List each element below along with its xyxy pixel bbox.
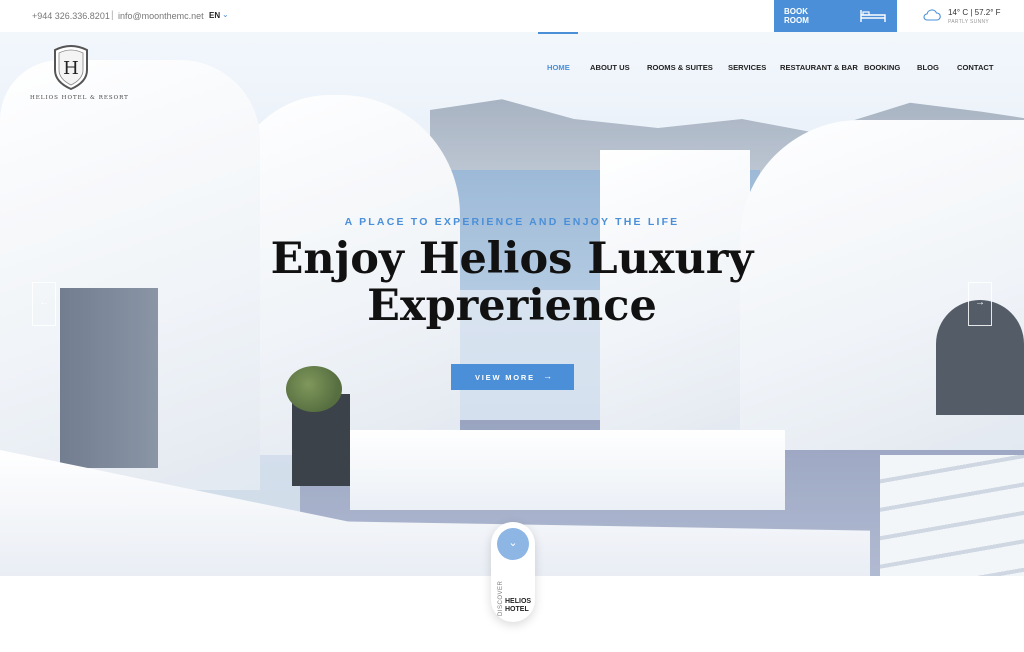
logo-letter: H (63, 58, 79, 79)
nav-item-rooms-suites[interactable]: ROOMS & SUITES (647, 63, 713, 72)
book-room-button[interactable]: BOOK ROOM (774, 0, 897, 32)
discover-hotel-name: HELIOS HOTEL (505, 598, 532, 613)
hero-headline: Enjoy Helios Luxury Exprerience (270, 234, 754, 331)
bed-icon (860, 10, 886, 22)
slider-next-button[interactable]: → (968, 282, 992, 326)
arrow-right-icon: → (543, 371, 552, 381)
top-bar: +944 326.336.8201 | info@moonthemc.net E… (0, 0, 1024, 32)
scroll-down-circle: ⌄ (497, 528, 529, 560)
nav-item-blog[interactable]: BLOG (917, 63, 939, 72)
discover-label: DISCOVER (498, 580, 504, 616)
nav-item-services[interactable]: SERVICES (728, 63, 766, 72)
nav-item-contact[interactable]: CONTACT (957, 63, 994, 72)
nav-item-about-us[interactable]: ABOUT US (590, 63, 630, 72)
nav-item-home[interactable]: HOME (547, 63, 570, 72)
logo-text: HELIOS HOTEL & RESORT (30, 95, 129, 101)
site-logo[interactable]: H HELIOS HOTEL & RESORT (30, 44, 129, 106)
book-room-label: BOOK ROOM (784, 7, 809, 25)
nav-item-booking[interactable]: BOOKING (864, 63, 900, 72)
email-address[interactable]: info@moonthemc.net (118, 11, 204, 21)
arrow-left-icon: ← (39, 297, 49, 308)
logo-shield-icon: H (54, 45, 88, 90)
temperature: 14° C | 57.2° F (948, 8, 1001, 17)
arrow-right-icon: → (975, 297, 985, 308)
slider-prev-button[interactable]: ← (32, 282, 56, 326)
separator: | (111, 10, 114, 21)
view-more-label: VIEW MORE (475, 373, 535, 382)
active-nav-indicator (538, 32, 578, 34)
weather-condition: PARTLY SUNNY (948, 19, 990, 25)
hero-tagline: A PLACE TO EXPERIENCE AND ENJOY THE LIFE (344, 216, 680, 228)
discover-scroll-button[interactable]: ⌄ DISCOVER HELIOS HOTEL (491, 522, 535, 622)
language-selector[interactable]: EN (209, 11, 220, 20)
phone-number[interactable]: +944 326.336.8201 (32, 11, 110, 21)
chevron-down-icon[interactable]: ⌄ (222, 10, 229, 19)
view-more-button[interactable]: VIEW MORE → (451, 364, 574, 390)
nav-item-restaurant-bar[interactable]: RESTAURANT & BAR (780, 63, 858, 72)
partly-sunny-icon (923, 9, 941, 21)
chevron-down-icon: ⌄ (508, 537, 518, 549)
